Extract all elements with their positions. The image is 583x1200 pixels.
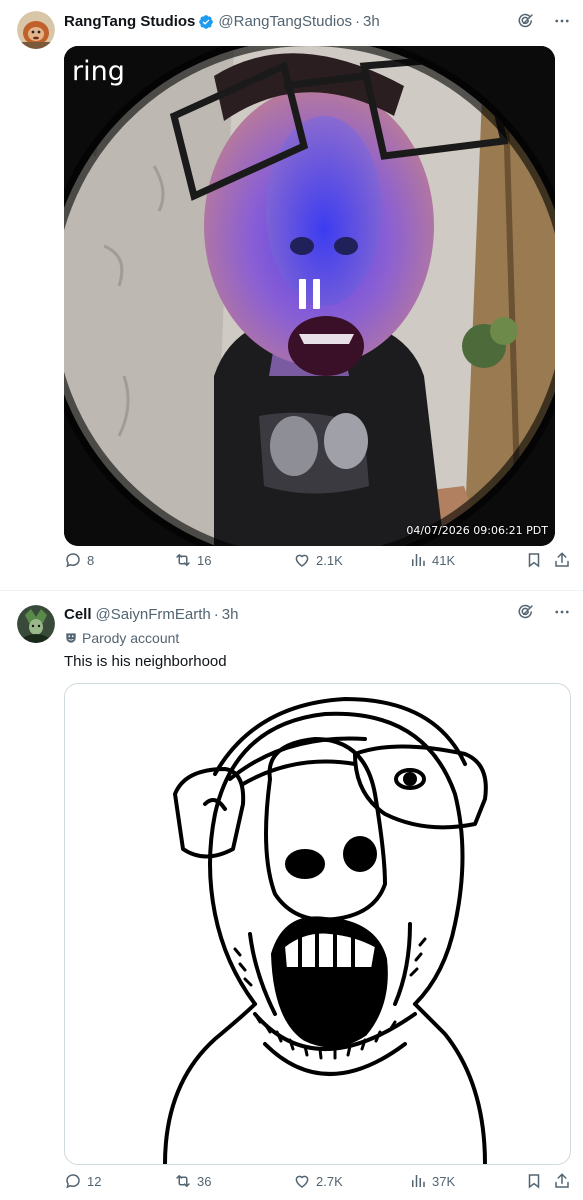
- more-icon[interactable]: [553, 603, 571, 621]
- post-text: This is his neighborhood: [64, 653, 227, 670]
- like-count: 2.7K: [316, 1173, 343, 1189]
- parody-text: Parody account: [82, 630, 180, 646]
- repost-count: 16: [197, 552, 212, 568]
- bookmark-button[interactable]: [525, 551, 543, 569]
- like-button[interactable]: 2.1K: [293, 551, 343, 569]
- post-rangtang[interactable]: RangTang Studios @RangTangStudios · 3h r…: [0, 0, 583, 590]
- verified-badge-icon: [198, 14, 214, 30]
- post-time[interactable]: 3h: [363, 13, 380, 30]
- separator-dot: ·: [355, 13, 361, 30]
- author-handle[interactable]: @SaiynFrmEarth: [96, 606, 211, 623]
- wojak-drawing: [163, 697, 488, 1164]
- share-icon: [555, 1173, 569, 1188]
- author-name[interactable]: RangTang Studios: [64, 13, 195, 30]
- views-icon: [412, 554, 425, 566]
- repost-button[interactable]: 16: [174, 551, 211, 569]
- reply-icon: [66, 1174, 80, 1189]
- header-actions: [517, 12, 571, 30]
- share-button[interactable]: [553, 1172, 571, 1190]
- header-actions: [517, 603, 571, 621]
- reply-button[interactable]: 12: [64, 1172, 101, 1190]
- post-image[interactable]: [64, 683, 571, 1165]
- parody-mask-icon: [66, 633, 76, 643]
- views-count: 37K: [432, 1173, 456, 1189]
- reply-count: 8: [87, 552, 95, 568]
- pause-icon[interactable]: [299, 279, 320, 309]
- reply-count: 12: [87, 1173, 102, 1189]
- grok-icon[interactable]: [517, 603, 535, 621]
- bookmark-icon: [528, 553, 540, 568]
- repost-count: 36: [197, 1173, 212, 1189]
- author-name[interactable]: Cell: [64, 606, 92, 623]
- author-handle[interactable]: @RangTangStudios: [218, 13, 352, 30]
- repost-button[interactable]: 36: [174, 1172, 211, 1190]
- heart-icon: [295, 554, 309, 567]
- parody-label: Parody account: [64, 630, 179, 646]
- avatar[interactable]: [17, 605, 55, 643]
- bookmark-button[interactable]: [525, 1172, 543, 1190]
- share-icon: [555, 552, 569, 567]
- views-icon: [412, 1175, 425, 1187]
- views-button[interactable]: 41K: [409, 551, 455, 569]
- like-button[interactable]: 2.7K: [293, 1172, 343, 1190]
- views-button[interactable]: 37K: [409, 1172, 455, 1190]
- bookmark-icon: [528, 1174, 540, 1189]
- avatar[interactable]: [17, 11, 55, 49]
- ring-logo: ring: [72, 56, 125, 87]
- reply-button[interactable]: 8: [64, 551, 94, 569]
- post-cell[interactable]: Cell @SaiynFrmEarth · 3h Parody account …: [0, 590, 583, 1200]
- repost-icon: [176, 1175, 190, 1187]
- post-video[interactable]: ring 04/07/2026 09:06:21 PDT: [64, 46, 555, 546]
- like-count: 2.1K: [316, 552, 343, 568]
- post-header: RangTang Studios @RangTangStudios · 3h: [64, 13, 380, 30]
- views-count: 41K: [432, 552, 456, 568]
- video-timestamp: 04/07/2026 09:06:21 PDT: [406, 524, 548, 537]
- post-header: Cell @SaiynFrmEarth · 3h: [64, 606, 238, 623]
- share-button[interactable]: [553, 551, 571, 569]
- more-icon[interactable]: [553, 12, 571, 30]
- heart-icon: [295, 1175, 309, 1188]
- separator-dot: ·: [213, 606, 219, 623]
- post-time[interactable]: 3h: [222, 606, 239, 623]
- grok-icon[interactable]: [517, 12, 535, 30]
- reply-icon: [66, 553, 80, 568]
- repost-icon: [176, 554, 190, 566]
